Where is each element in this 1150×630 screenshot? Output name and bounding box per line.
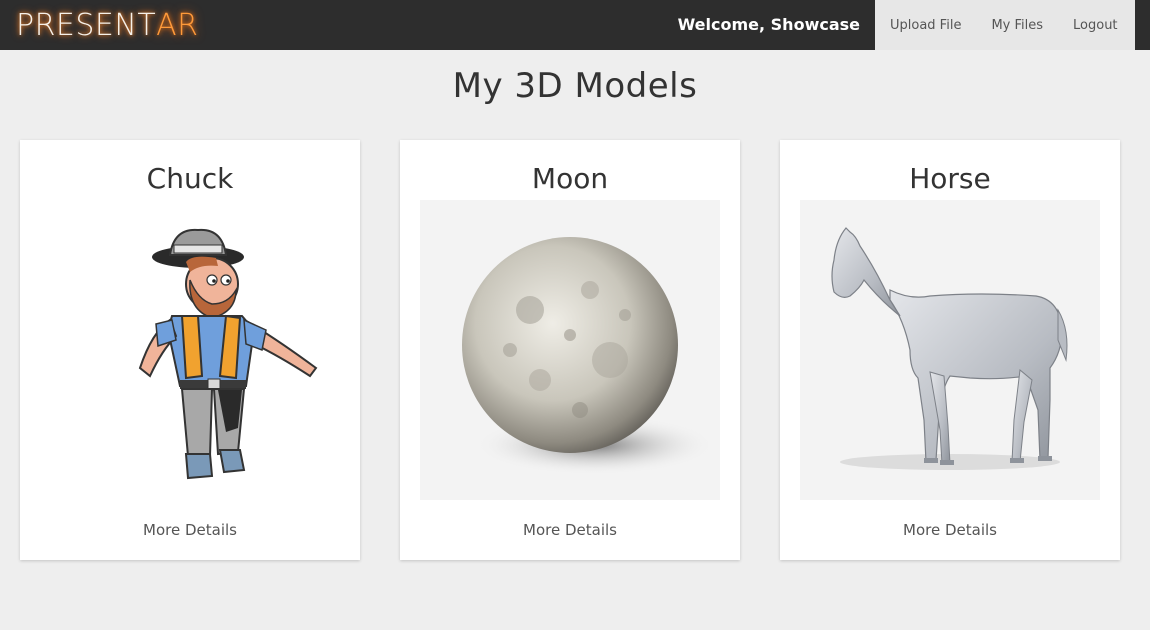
model-title: Chuck [146, 162, 234, 195]
logout-link[interactable]: Logout [1073, 18, 1118, 33]
more-details-link[interactable]: More Details [400, 521, 740, 539]
more-details-link[interactable]: More Details [780, 521, 1120, 539]
model-title: Moon [531, 162, 609, 195]
model-thumbnail-chuck[interactable] [40, 200, 340, 500]
brand-text-present: PRESENT [16, 7, 157, 43]
model-card-moon: Moon More Details [400, 140, 740, 560]
nav-links: Upload File My Files Logout [875, 0, 1135, 50]
upload-file-link[interactable]: Upload File [890, 18, 961, 33]
cowboy-figure-image [138, 228, 318, 480]
horse-statue-image [831, 227, 1068, 470]
model-thumbnail-horse[interactable] [800, 200, 1100, 500]
moon-sphere-image [462, 237, 715, 475]
navbar: PRESENT AR Welcome, Showcase Upload File … [0, 0, 1150, 50]
more-details-link[interactable]: More Details [20, 521, 360, 539]
model-thumbnail-moon[interactable] [420, 200, 720, 500]
model-card-horse: Horse More Details [780, 140, 1120, 560]
model-card-chuck: Chuck More Details [20, 140, 360, 560]
model-title: Horse [909, 162, 991, 195]
brand-text-ar: AR [156, 7, 199, 43]
brand-logo[interactable]: PRESENT AR [16, 7, 199, 43]
welcome-text: Welcome, Showcase [677, 15, 860, 34]
my-files-link[interactable]: My Files [991, 18, 1043, 33]
page-title: My 3D Models [452, 66, 698, 106]
